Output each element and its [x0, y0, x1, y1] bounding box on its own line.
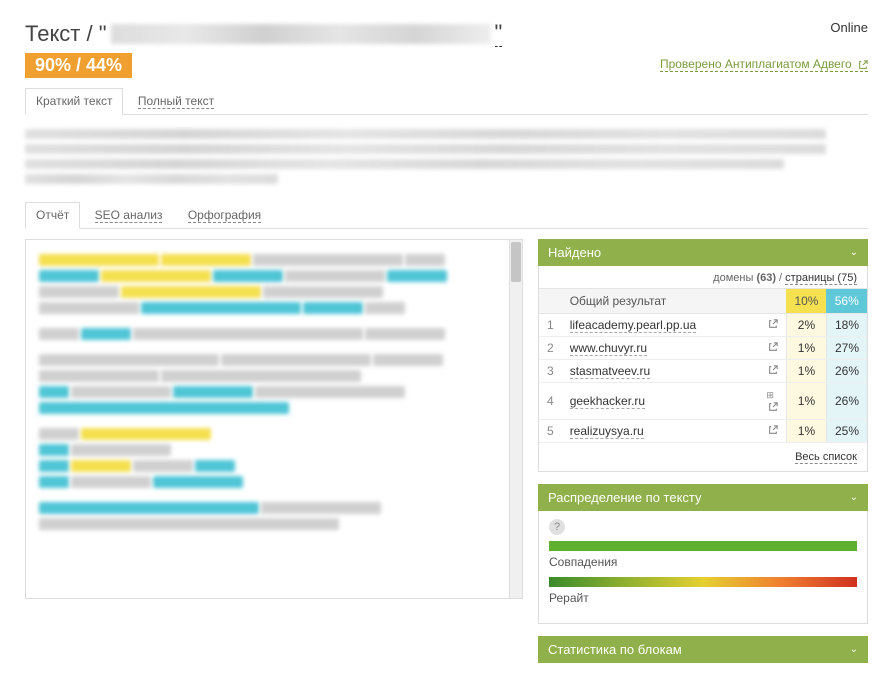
- external-link-icon: [858, 60, 868, 70]
- text-view-tabs: Краткий текст Полный текст: [25, 88, 868, 115]
- external-link-icon[interactable]: [768, 365, 778, 375]
- domain-link[interactable]: stasmatveev.ru: [570, 364, 650, 379]
- panel-stats-header[interactable]: Статистика по блокам ⌄: [538, 636, 868, 663]
- domain-link[interactable]: lifeacademy.pearl.pp.ua: [570, 318, 697, 333]
- pages-link[interactable]: страницы (75): [785, 272, 857, 285]
- table-row: 5realizuysya.ru1%25%: [539, 420, 867, 443]
- table-row: 3stasmatveev.ru1%26%: [539, 360, 867, 383]
- tab-full-text[interactable]: Полный текст: [127, 88, 225, 114]
- highlighted-text-pane[interactable]: [25, 239, 523, 599]
- table-row: 4geekhacker.ru⊞1%26%: [539, 383, 867, 420]
- external-link-icon[interactable]: [768, 342, 778, 352]
- tab-report[interactable]: Отчёт: [25, 202, 80, 229]
- tab-spelling[interactable]: Орфография: [177, 202, 272, 228]
- domain-link[interactable]: www.chuvyr.ru: [570, 341, 647, 356]
- status-online: Online: [830, 20, 868, 35]
- external-link-icon[interactable]: [768, 402, 778, 412]
- panel-found-header[interactable]: Найдено ⌄: [538, 239, 868, 266]
- rewrite-label: Рерайт: [549, 591, 857, 605]
- text-preview: [25, 129, 868, 184]
- domain-link[interactable]: realizuysya.ru: [570, 424, 644, 439]
- report-tabs: Отчёт SEO анализ Орфография: [25, 202, 868, 229]
- domain-link[interactable]: geekhacker.ru: [570, 394, 645, 409]
- rewrite-bar: [549, 577, 857, 587]
- table-row: 1lifeacademy.pearl.pp.ua2%18%: [539, 314, 867, 337]
- verified-link[interactable]: Проверено Антиплагиатом Адвего: [660, 57, 868, 72]
- chevron-down-icon: ⌄: [850, 644, 858, 655]
- tab-short-text[interactable]: Краткий текст: [25, 88, 123, 115]
- results-table: Общий результат 10% 56% 1lifeacademy.pea…: [539, 288, 867, 443]
- matches-bar: [549, 541, 857, 551]
- page-title: Текст / " ": [25, 20, 868, 47]
- panel-distribution-header[interactable]: Распределение по тексту ⌄: [538, 484, 868, 511]
- expand-icon[interactable]: ⊞: [766, 390, 774, 400]
- table-row: 2www.chuvyr.ru1%27%: [539, 337, 867, 360]
- title-redacted: [111, 24, 491, 44]
- external-link-icon[interactable]: [768, 425, 778, 435]
- domains-summary: домены (63) / страницы (75): [539, 266, 867, 288]
- chevron-down-icon: ⌄: [850, 247, 858, 258]
- help-icon[interactable]: ?: [549, 519, 565, 535]
- uniqueness-badge: 90% / 44%: [25, 53, 132, 78]
- external-link-icon[interactable]: [768, 319, 778, 329]
- chevron-down-icon: ⌄: [850, 492, 858, 503]
- matches-label: Совпадения: [549, 555, 857, 569]
- full-list-link[interactable]: Весь список: [795, 451, 857, 464]
- tab-seo[interactable]: SEO анализ: [84, 202, 174, 228]
